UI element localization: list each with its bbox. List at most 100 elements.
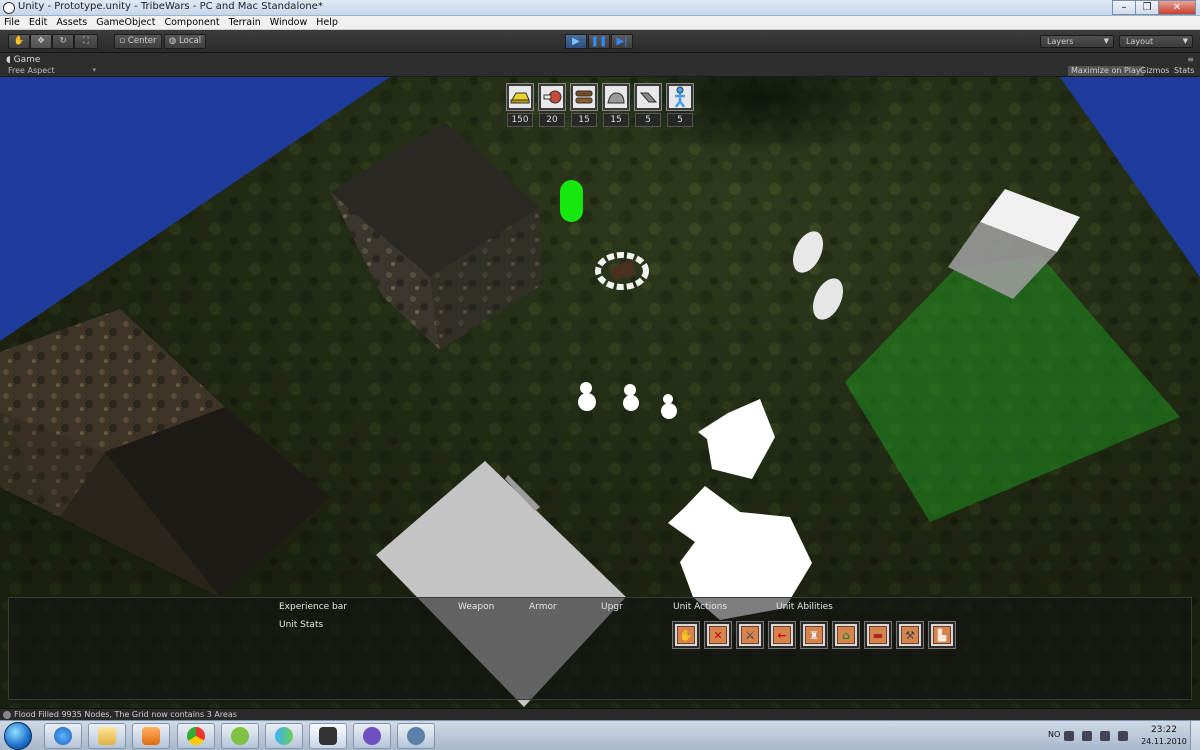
tray-arrow-icon[interactable] (1064, 731, 1074, 741)
aspect-dropdown[interactable]: Free Aspect ▾ (8, 66, 96, 75)
population-count: 5 (667, 113, 693, 127)
space-label: Local (179, 36, 202, 46)
build-hut-button[interactable]: ⌂ (832, 621, 860, 649)
pause-button[interactable]: ❚❚ (588, 34, 610, 49)
stone-count: 15 (603, 113, 629, 127)
close-button[interactable]: ✕ (1158, 0, 1196, 15)
attack-icon: ⚔ (741, 626, 759, 644)
clock-date[interactable]: 24.11.2010 (1140, 737, 1188, 746)
info-icon (3, 711, 11, 719)
castle-icon: ♜ (805, 626, 823, 644)
rotate-tool-button[interactable]: ↻ (52, 34, 74, 49)
hand-icon: ✋ (13, 36, 25, 46)
chrome-icon (187, 727, 205, 745)
taskbar-internet-explorer[interactable] (44, 723, 82, 749)
taskbar-spotify[interactable] (221, 723, 259, 749)
gather-action-button[interactable]: ✋ (672, 621, 700, 649)
folder-icon (98, 727, 116, 745)
armor-label: Armor (529, 602, 557, 612)
resource-stone: 15 (600, 83, 632, 127)
metal-count: 5 (635, 113, 661, 127)
taskbar-messenger[interactable] (265, 723, 303, 749)
tab-menu-icon[interactable]: ≡ (1187, 55, 1194, 64)
console-status-bar[interactable]: Flood Filled 9935 Nodes, The Grid now co… (0, 708, 1200, 720)
visual-studio-icon (363, 727, 381, 745)
unit-hud-panel: Experience bar Unit Stats Weapon Armor U… (8, 597, 1192, 700)
network-icon[interactable] (1082, 731, 1092, 741)
menu-file[interactable]: File (4, 17, 20, 28)
internet-explorer-icon (54, 727, 72, 745)
maximize-on-play-toggle[interactable]: Maximize on Play (1068, 66, 1144, 76)
layers-dropdown[interactable]: Layers ▼ (1040, 35, 1114, 48)
taskbar-explorer[interactable] (88, 723, 126, 749)
menu-terrain[interactable]: Terrain (229, 17, 261, 28)
window-titlebar: Unity - Prototype.unity - TribeWars - PC… (0, 0, 1200, 16)
rotate-icon: ↻ (59, 36, 67, 46)
game-view-header: ◖ Game Free Aspect ▾ ≡ Maximize on Play … (0, 53, 1200, 77)
scale-icon: ⛶ (83, 36, 89, 46)
menu-help[interactable]: Help (316, 17, 338, 28)
move-back-action-button[interactable]: ← (768, 621, 796, 649)
chevron-down-icon: ▾ (92, 66, 96, 74)
scale-tool-button[interactable]: ⛶ (74, 34, 98, 49)
window-title: Unity - Prototype.unity - TribeWars - PC… (18, 1, 323, 12)
space-local-button[interactable]: ◍ Local (164, 34, 206, 49)
resource-metal: 5 (632, 83, 664, 127)
start-button[interactable] (4, 722, 32, 750)
population-icon (666, 83, 694, 111)
taskbar-monodevelop[interactable] (397, 723, 435, 749)
gold-count: 150 (507, 113, 533, 127)
resource-population: 5 (664, 83, 696, 127)
action-center-icon[interactable] (1118, 731, 1128, 741)
menu-component[interactable]: Component (164, 17, 219, 28)
spotify-icon (231, 727, 249, 745)
stop-icon: ✕ (709, 626, 727, 644)
chevron-down-icon: ▼ (1182, 37, 1188, 45)
tower-icon: ▙ (933, 626, 951, 644)
show-desktop-button[interactable] (1190, 721, 1200, 750)
build-castle-button[interactable]: ♜ (800, 621, 828, 649)
layout-dropdown[interactable]: Layout ▼ (1119, 35, 1193, 48)
taskbar-unity[interactable] (309, 723, 347, 749)
hand-tool-button[interactable]: ✋ (8, 34, 30, 49)
gizmos-toggle[interactable]: Gizmos (1137, 66, 1172, 76)
build-workshop-button[interactable]: ⚒ (896, 621, 924, 649)
play-icon: ▶ (572, 36, 580, 47)
taskbar-media-player[interactable] (132, 723, 170, 749)
menu-edit[interactable]: Edit (29, 17, 47, 28)
game-tab-icon: ◖ (6, 55, 11, 65)
language-indicator[interactable]: NO (1048, 730, 1060, 739)
clock-time[interactable]: 23:22 (1140, 725, 1188, 735)
step-button[interactable]: ▶| (611, 34, 633, 49)
window-controls: – ❐ ✕ (1112, 0, 1196, 16)
menu-bar: File Edit Assets GameObject Component Te… (0, 16, 1200, 30)
build-barracks-button[interactable]: ▬ (864, 621, 892, 649)
metal-icon (634, 83, 662, 111)
play-button[interactable]: ▶ (565, 34, 587, 49)
stop-action-button[interactable]: ✕ (704, 621, 732, 649)
menu-window[interactable]: Window (270, 17, 307, 28)
move-icon: ✥ (37, 36, 45, 46)
volume-icon[interactable] (1100, 731, 1110, 741)
minimize-button[interactable]: – (1112, 0, 1136, 15)
meat-icon (538, 83, 566, 111)
unit-actions-label: Unit Actions (673, 602, 728, 612)
taskbar-chrome[interactable] (177, 723, 215, 749)
build-tower-button[interactable]: ▙ (928, 621, 956, 649)
menu-gameobject[interactable]: GameObject (96, 17, 155, 28)
pivot-center-button[interactable]: ▫ Center (114, 34, 162, 49)
menu-assets[interactable]: Assets (56, 17, 87, 28)
hut-icon: ⌂ (837, 626, 855, 644)
taskbar-visual-studio[interactable] (353, 723, 391, 749)
monodevelop-icon (407, 727, 425, 745)
game-viewport[interactable]: 150 20 15 15 5 5 Experience bar Unit Sta… (0, 77, 1200, 708)
attack-action-button[interactable]: ⚔ (736, 621, 764, 649)
unit-stats-label: Unit Stats (279, 620, 324, 630)
stats-toggle[interactable]: Stats (1171, 66, 1197, 76)
wood-icon (570, 83, 598, 111)
pivot-icon: ▫ (119, 36, 126, 46)
resource-bar: 150 20 15 15 5 5 (504, 83, 696, 127)
maximize-button[interactable]: ❐ (1135, 0, 1159, 15)
move-tool-button[interactable]: ✥ (30, 34, 52, 49)
game-tab[interactable]: ◖ Game (6, 55, 40, 65)
